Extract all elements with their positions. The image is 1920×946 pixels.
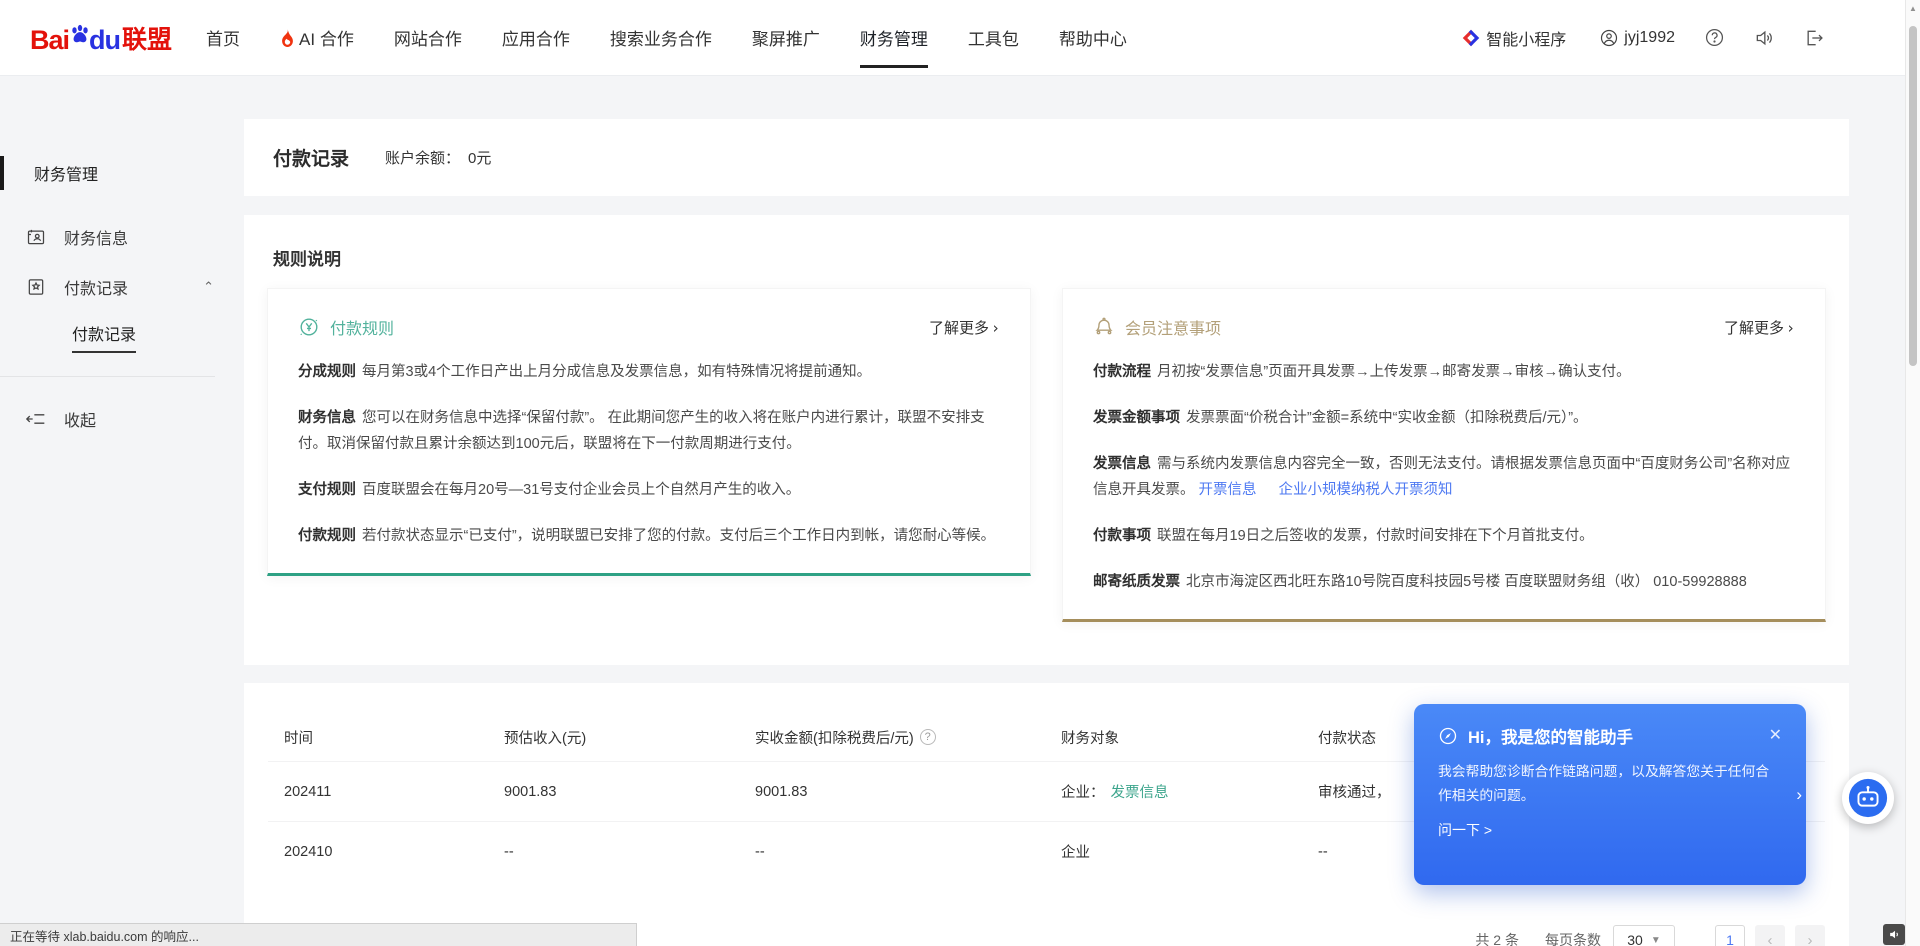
active-section-indicator [0,156,4,190]
corner-speaker-icon[interactable] [1883,924,1905,945]
nav-right-area: 智能小程序 jyj1992 [1428,26,1824,50]
browser-status-bar: 正在等待 xlab.baidu.com 的响应... [0,923,637,946]
rule-item: 发票信息需与系统内发票信息内容完全一致，否则无法支付。请根据发票信息页面中“百度… [1093,451,1795,503]
nav-item-juping[interactable]: 聚屏推广 [752,0,820,76]
logout-icon[interactable] [1804,28,1824,48]
payment-records-icon [26,277,46,297]
chevron-up-icon[interactable]: ⌃ [203,279,214,295]
page-header-card: 付款记录 账户余额：0元 [244,119,1849,196]
miniprogram-diamond-icon [1462,29,1480,47]
nav-item-finance[interactable]: 财务管理 [860,0,928,76]
assistant-compass-icon [1438,726,1458,746]
page-scrollbar[interactable]: ▲ [1905,0,1920,946]
per-page-label: 每页条数 [1545,930,1601,946]
rules-card: 规则说明 付款规则 了解更多› 分成规则每月第3或4个工作日产出上月分成信息及发… [244,215,1849,665]
user-account[interactable]: jyj1992 [1600,29,1675,47]
rule-item: 付款流程月初按“发票信息”页面开具发票→上传发票→邮寄发票→审核→确认支付。 [1093,359,1795,385]
assistant-message: 我会帮助您诊断合作链路问题，以及解答您关于任何合作相关的问题。 [1438,760,1782,808]
main-menu: 首页 AI 合作 网站合作 应用合作 搜索业务合作 聚屏推广 财务管理 工具包 … [206,0,1167,76]
rule-item: 发票金额事项发票票面“价税合计”金额=系统中“实收金额（扣除税费后/元）”。 [1093,405,1795,431]
caret-down-icon: ▼ [1651,935,1661,946]
baidu-paw-icon [69,23,91,50]
account-balance: 账户余额：0元 [385,147,491,168]
rule-item: 支付规则百度联盟会在每月20号—31号支付企业会员上个自然月产生的收入。 [298,477,1000,503]
next-page-button[interactable]: › [1795,925,1825,946]
flame-icon [280,29,295,47]
nav-item-ai[interactable]: AI 合作 [280,0,354,76]
page-title: 付款记录 [273,144,349,171]
smart-assistant-popup: Hi，我是您的智能助手 ✕ 我会帮助您诊断合作链路问题，以及解答您关于任何合作相… [1414,704,1806,885]
coin-yuan-icon [298,316,320,338]
assistant-title: Hi，我是您的智能助手 [1468,724,1633,748]
nav-item-app[interactable]: 应用合作 [502,0,570,76]
rule-item: 邮寄纸质发票北京市海淀区西北旺东路10号院百度科技园5号楼 百度联盟财务组（收）… [1093,569,1795,595]
collapse-icon [26,411,46,427]
rules-heading: 规则说明 [273,245,1826,270]
rule-item: 财务信息您可以在财务信息中选择“保留付款”。 在此期间您产生的收入将在账户内进行… [298,405,1000,457]
robot-icon [1847,777,1889,819]
col-header-target: 财务对象 [1061,727,1318,748]
prev-page-button[interactable]: ‹ [1755,925,1785,946]
sidebar-collapse-button[interactable]: 收起 [0,397,244,441]
sidebar-item-payment-records[interactable]: 付款记录 ⌃ [0,262,244,312]
close-icon[interactable]: ✕ [1769,728,1782,744]
invoice-info-table-link[interactable]: 发票信息 [1111,785,1169,801]
col-header-time: 时间 [268,727,504,748]
balance-value: 0元 [468,150,491,167]
ask-now-link[interactable]: 问一下 > [1438,820,1782,840]
top-navigation: Bai du 联盟 首页 AI 合作 网站合作 应用合作 搜索业务合作 聚屏推广… [0,0,1920,76]
logo-text-du: du [89,25,120,56]
user-icon [1600,29,1618,47]
per-page-select[interactable]: 30▼ [1613,925,1675,946]
sidebar: 财务管理 财务信息 付款记录 ⌃ 付款记录 收起 [0,76,244,946]
sidebar-item-finance-info[interactable]: 财务信息 [0,212,244,262]
payment-rules-more-link[interactable]: 了解更多› [929,317,1000,338]
payment-rules-title: 付款规则 [330,315,394,339]
rule-item: 付款事项联盟在每月19日之后签收的发票，付款时间安排在下个月首批支付。 [1093,523,1795,549]
nav-item-help-center[interactable]: 帮助中心 [1059,0,1127,76]
nav-item-home[interactable]: 首页 [206,0,240,76]
logo-text-union: 联盟 [122,20,172,56]
question-circle-icon[interactable]: ? [920,729,936,745]
scroll-up-arrow[interactable]: ▲ [1909,4,1917,13]
baidu-union-logo[interactable]: Bai du 联盟 [30,20,172,56]
chevron-right-icon[interactable]: › [1796,785,1802,805]
smart-miniprogram-link[interactable]: 智能小程序 [1462,26,1566,50]
scrollbar-thumb[interactable] [1909,26,1917,366]
member-notice-more-link[interactable]: 了解更多› [1724,317,1795,338]
sidebar-section-finance[interactable]: 财务管理 [0,156,244,190]
nav-item-toolkit[interactable]: 工具包 [968,0,1019,76]
nav-item-website[interactable]: 网站合作 [394,0,462,76]
nav-item-search-biz[interactable]: 搜索业务合作 [610,0,712,76]
payment-rules-card: 付款规则 了解更多› 分成规则每月第3或4个工作日产出上月分成信息及发票信息，如… [267,288,1031,576]
small-taxpayer-notice-link[interactable]: 企业小规模纳税人开票须知 [1279,482,1453,498]
rule-item: 分成规则每月第3或4个工作日产出上月分成信息及发票信息，如有特殊情况将提前通知。 [298,359,1000,385]
col-header-actual: 实收金额(扣除税费后/元) ? [755,727,1061,748]
page-number-1[interactable]: 1 [1715,925,1745,946]
sound-icon[interactable] [1754,28,1774,48]
help-icon[interactable] [1705,28,1724,47]
member-notice-card: 会员注意事项 了解更多› 付款流程月初按“发票信息”页面开具发票→上传发票→邮寄… [1062,288,1826,622]
sidebar-divider [0,376,215,377]
logo-text-bai: Bai [30,25,69,56]
assistant-robot-button[interactable] [1842,772,1894,824]
sidebar-subitem-payment-records[interactable]: 付款记录 [0,312,244,362]
finance-info-icon [26,227,46,247]
col-header-estimated: 预估收入(元) [504,727,755,748]
rule-item: 付款规则若付款状态显示“已支付”，说明联盟已安排了您的付款。支付后三个工作日内到… [298,523,1000,549]
invoice-info-link[interactable]: 开票信息 [1199,482,1257,498]
member-bell-icon [1093,316,1115,338]
member-notice-title: 会员注意事项 [1125,315,1221,339]
pagination: 共 2 条 每页条数 30▼ 1 ‹ › [1475,925,1825,946]
total-count: 共 2 条 [1475,930,1519,946]
